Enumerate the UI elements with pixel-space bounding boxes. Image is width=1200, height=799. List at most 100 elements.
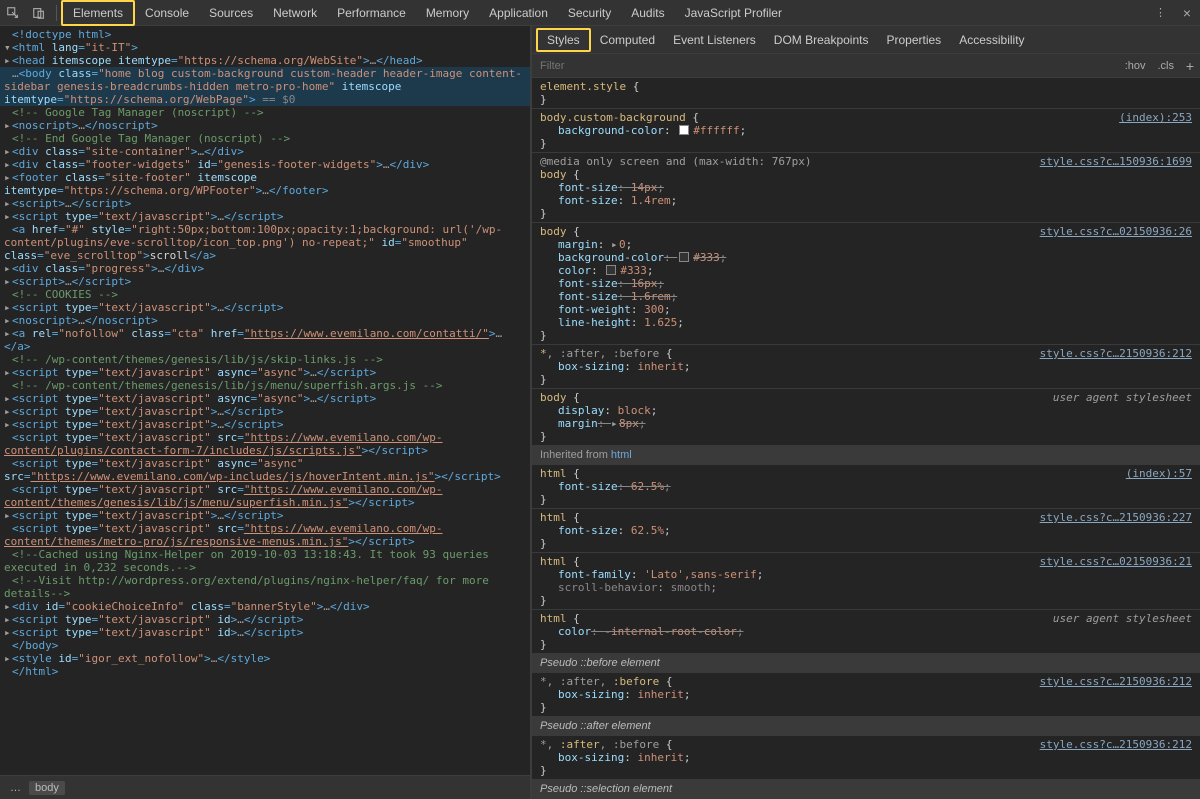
dom-node[interactable]: <script type="text/javascript" src="http… bbox=[0, 483, 530, 509]
css-declaration[interactable]: scroll-behavior: smooth; bbox=[540, 581, 1194, 594]
dom-node[interactable]: <script type="text/javascript" src="http… bbox=[0, 522, 530, 548]
dom-node[interactable]: ▸<script type="text/javascript">…</scrip… bbox=[0, 509, 530, 522]
tab-audits[interactable]: Audits bbox=[621, 0, 674, 26]
styles-filter-input[interactable] bbox=[532, 60, 1119, 72]
dom-node[interactable]: ▸<div class="footer-widgets" id="genesis… bbox=[0, 158, 530, 171]
dom-node[interactable]: ▸<script type="text/javascript" id>…</sc… bbox=[0, 613, 530, 626]
dom-node[interactable]: </html> bbox=[0, 665, 530, 678]
rule-source-link[interactable]: style.css?c…2150936:212 bbox=[1040, 675, 1192, 688]
css-declaration[interactable]: line-height: 1.625; bbox=[540, 316, 1194, 329]
css-rule[interactable]: style.css?c…02150936:21html {font-family… bbox=[532, 553, 1200, 610]
cls-toggle[interactable]: .cls bbox=[1152, 60, 1181, 72]
css-declaration[interactable]: background-color: #ffffff; bbox=[540, 124, 1194, 137]
css-rule[interactable]: style.css?c…2150936:212*, :after, :befor… bbox=[532, 736, 1200, 780]
dom-node[interactable]: <!-- Google Tag Manager (noscript) --> bbox=[0, 106, 530, 119]
css-rule[interactable]: user agent stylesheethtml {color: -inter… bbox=[532, 610, 1200, 654]
css-rule[interactable]: style.css?c…2150936:227html {font-size: … bbox=[532, 509, 1200, 553]
tab-sources[interactable]: Sources bbox=[199, 0, 263, 26]
css-declaration[interactable]: font-size: 14px; bbox=[540, 181, 1194, 194]
dom-node[interactable]: <a href="#" style="right:50px;bottom:100… bbox=[0, 223, 530, 262]
device-toolbar-icon[interactable] bbox=[26, 1, 52, 25]
new-style-rule-icon[interactable]: + bbox=[1180, 58, 1200, 74]
dom-node[interactable]: <!doctype html> bbox=[0, 28, 530, 41]
dom-node[interactable]: ▸<script type="text/javascript" async="a… bbox=[0, 366, 530, 379]
rule-source-link[interactable]: (index):57 bbox=[1126, 467, 1192, 480]
css-rule[interactable]: style.css?c…2150936:212*, :after, :befor… bbox=[532, 673, 1200, 717]
tab-console[interactable]: Console bbox=[135, 0, 199, 26]
dom-node[interactable]: ▸<noscript>…</noscript> bbox=[0, 119, 530, 132]
dom-node[interactable]: ▸<head itemscope itemtype="https://schem… bbox=[0, 54, 530, 67]
css-declaration[interactable]: color: -internal-root-color; bbox=[540, 625, 1194, 638]
dom-node[interactable]: ▸<footer class="site-footer" itemscope i… bbox=[0, 171, 530, 197]
css-declaration[interactable]: margin: ▸8px; bbox=[540, 417, 1194, 430]
rule-source-link[interactable]: style.css?c…2150936:212 bbox=[1040, 347, 1192, 360]
dom-node[interactable]: <script type="text/javascript" async="as… bbox=[0, 457, 530, 483]
dom-node[interactable]: ▸<a rel="nofollow" class="cta" href="htt… bbox=[0, 327, 530, 353]
dom-node[interactable]: ▸<div class="progress">…</div> bbox=[0, 262, 530, 275]
tab-memory[interactable]: Memory bbox=[416, 0, 479, 26]
tab-javascript-profiler[interactable]: JavaScript Profiler bbox=[675, 0, 792, 26]
sidebar-tab-styles[interactable]: Styles bbox=[536, 28, 591, 52]
css-declaration[interactable]: margin: ▸0; bbox=[540, 238, 1194, 251]
dom-node[interactable]: ▸<script type="text/javascript" async="a… bbox=[0, 392, 530, 405]
rule-source-link[interactable]: style.css?c…02150936:26 bbox=[1040, 225, 1192, 238]
tab-network[interactable]: Network bbox=[263, 0, 327, 26]
css-rule[interactable]: (index):253body.custom-background {backg… bbox=[532, 109, 1200, 153]
kebab-menu-icon[interactable]: ⋮ bbox=[1148, 1, 1174, 25]
dom-node[interactable]: ▸<script type="text/javascript">…</scrip… bbox=[0, 418, 530, 431]
sidebar-tab-dom-breakpoints[interactable]: DOM Breakpoints bbox=[765, 28, 878, 52]
dom-node[interactable]: ▾<html lang="it-IT"> bbox=[0, 41, 530, 54]
tab-performance[interactable]: Performance bbox=[327, 0, 416, 26]
dom-tree[interactable]: <!doctype html>▾<html lang="it-IT">▸<hea… bbox=[0, 26, 530, 775]
dom-node[interactable]: ▸<script>…</script> bbox=[0, 197, 530, 210]
rule-source-link[interactable]: style.css?c…2150936:212 bbox=[1040, 738, 1192, 751]
dom-node[interactable]: ▸<script>…</script> bbox=[0, 275, 530, 288]
inspect-icon[interactable] bbox=[0, 1, 26, 25]
tab-application[interactable]: Application bbox=[479, 0, 558, 26]
css-declaration[interactable]: font-family: 'Lato',sans-serif; bbox=[540, 568, 1194, 581]
dom-node[interactable]: ▸<script type="text/javascript" id>…</sc… bbox=[0, 626, 530, 639]
css-rule[interactable]: style.css?c…150936:1699@media only scree… bbox=[532, 153, 1200, 223]
css-declaration[interactable]: font-size: 62.5%; bbox=[540, 524, 1194, 537]
dom-node[interactable]: ▸<div class="site-container">…</div> bbox=[0, 145, 530, 158]
sidebar-tab-event-listeners[interactable]: Event Listeners bbox=[664, 28, 765, 52]
css-declaration[interactable]: color: #333; bbox=[540, 264, 1194, 277]
css-rule[interactable]: (index):57html {font-size: 62.5%;} bbox=[532, 465, 1200, 509]
rule-source-link[interactable]: style.css?c…150936:1699 bbox=[1040, 155, 1192, 168]
close-devtools-icon[interactable]: × bbox=[1174, 1, 1200, 25]
dom-node[interactable]: </body> bbox=[0, 639, 530, 652]
css-declaration[interactable]: background-color: #333; bbox=[540, 251, 1194, 264]
css-declaration[interactable]: font-size: 16px; bbox=[540, 277, 1194, 290]
css-declaration[interactable]: box-sizing: inherit; bbox=[540, 360, 1194, 373]
styles-list[interactable]: element.style {}(index):253body.custom-b… bbox=[532, 78, 1200, 799]
dom-node[interactable]: <!-- COOKIES --> bbox=[0, 288, 530, 301]
css-declaration[interactable]: box-sizing: inherit; bbox=[540, 688, 1194, 701]
dom-node[interactable]: …<body class="home blog custom-backgroun… bbox=[0, 67, 530, 106]
css-rule[interactable]: style.css?c…2150936:212*, :after, :befor… bbox=[532, 345, 1200, 389]
css-rule[interactable]: style.css?c…02150936:26body {margin: ▸0;… bbox=[532, 223, 1200, 345]
sidebar-tab-computed[interactable]: Computed bbox=[591, 28, 664, 52]
css-rule[interactable]: user agent stylesheetbody {display: bloc… bbox=[532, 389, 1200, 446]
css-declaration[interactable]: box-sizing: inherit; bbox=[540, 751, 1194, 764]
rule-source-link[interactable]: style.css?c…2150936:227 bbox=[1040, 511, 1192, 524]
css-declaration[interactable]: font-weight: 300; bbox=[540, 303, 1194, 316]
dom-node[interactable]: ▸<style id="igor_ext_nofollow">…</style> bbox=[0, 652, 530, 665]
dom-node[interactable]: ▸<script type="text/javascript">…</scrip… bbox=[0, 405, 530, 418]
breadcrumb-bar[interactable]: … body bbox=[0, 775, 530, 799]
dom-node[interactable]: ▸<div id="cookieChoiceInfo" class="banne… bbox=[0, 600, 530, 613]
sidebar-tab-accessibility[interactable]: Accessibility bbox=[950, 28, 1033, 52]
css-declaration[interactable]: font-size: 1.4rem; bbox=[540, 194, 1194, 207]
dom-node[interactable]: ▸<script type="text/javascript">…</scrip… bbox=[0, 210, 530, 223]
dom-node[interactable]: <!-- /wp-content/themes/genesis/lib/js/m… bbox=[0, 379, 530, 392]
tab-elements[interactable]: Elements bbox=[61, 0, 135, 26]
tab-security[interactable]: Security bbox=[558, 0, 621, 26]
css-declaration[interactable]: display: block; bbox=[540, 404, 1194, 417]
dom-node[interactable]: ▸<script type="text/javascript">…</scrip… bbox=[0, 301, 530, 314]
dom-node[interactable]: <!-- End Google Tag Manager (noscript) -… bbox=[0, 132, 530, 145]
rule-source-link[interactable]: style.css?c…02150936:21 bbox=[1040, 555, 1192, 568]
dom-node[interactable]: <script type="text/javascript" src="http… bbox=[0, 431, 530, 457]
dom-node[interactable]: <!--Visit http://wordpress.org/extend/pl… bbox=[0, 574, 530, 600]
dom-node[interactable]: ▸<noscript>…</noscript> bbox=[0, 314, 530, 327]
sidebar-tab-properties[interactable]: Properties bbox=[877, 28, 950, 52]
dom-node[interactable]: <!-- /wp-content/themes/genesis/lib/js/s… bbox=[0, 353, 530, 366]
